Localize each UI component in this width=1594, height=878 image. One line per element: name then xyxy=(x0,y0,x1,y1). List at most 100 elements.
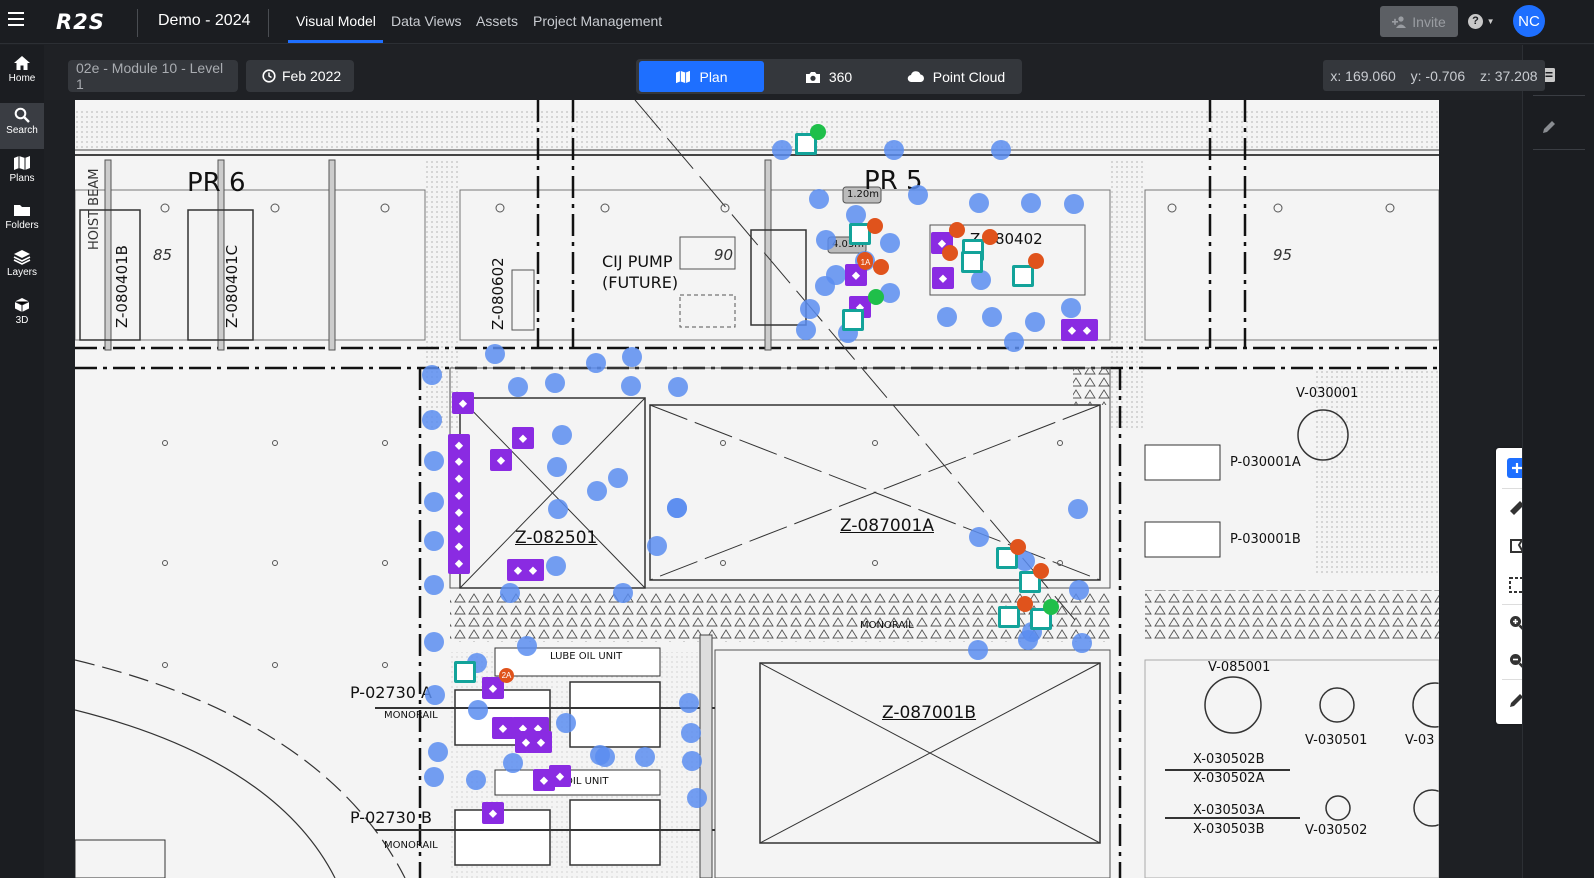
location-pin[interactable] xyxy=(556,713,576,733)
sidebar-item-3d[interactable]: 3D xyxy=(0,293,44,339)
location-pin[interactable] xyxy=(503,753,523,773)
location-pin[interactable] xyxy=(547,457,567,477)
zoom-in-icon[interactable] xyxy=(1507,613,1522,633)
level-selector[interactable]: 02e - Module 10 - Level 1 xyxy=(68,60,238,92)
tag-icon[interactable]: ⬥ xyxy=(932,267,954,289)
location-pin[interactable] xyxy=(422,410,442,430)
location-pin[interactable] xyxy=(1021,193,1041,213)
location-pin[interactable] xyxy=(809,189,829,209)
location-pin[interactable] xyxy=(969,527,989,547)
location-pin[interactable] xyxy=(884,140,904,160)
issue-marker[interactable] xyxy=(1028,253,1044,269)
resolved-marker[interactable] xyxy=(868,289,884,305)
location-pin[interactable] xyxy=(937,307,957,327)
select-area-icon[interactable] xyxy=(1507,575,1522,595)
location-pin[interactable] xyxy=(500,583,520,603)
tag-icon[interactable]: ⬥ xyxy=(549,765,571,787)
location-pin[interactable] xyxy=(880,233,900,253)
location-pin[interactable] xyxy=(517,636,537,656)
location-pin[interactable] xyxy=(816,230,836,250)
issue-marker[interactable] xyxy=(1033,563,1049,579)
document-icon[interactable] xyxy=(1012,265,1034,287)
issue-marker[interactable] xyxy=(982,229,998,245)
polygon-measure-icon[interactable] xyxy=(1507,536,1522,556)
location-pin[interactable] xyxy=(424,575,444,595)
location-pin[interactable] xyxy=(424,632,444,652)
document-icon[interactable] xyxy=(842,309,864,331)
location-pin[interactable] xyxy=(548,499,568,519)
measurement-label[interactable]: 1.20m xyxy=(847,189,879,200)
location-pin[interactable] xyxy=(968,640,988,660)
issue-marker[interactable] xyxy=(1017,596,1033,612)
issue-badge[interactable]: 2A xyxy=(499,668,514,683)
document-icon[interactable] xyxy=(998,606,1020,628)
location-pin[interactable] xyxy=(545,373,565,393)
location-pin[interactable] xyxy=(422,365,442,385)
tag-icon[interactable]: ⬥ xyxy=(452,392,474,414)
pencil-icon[interactable] xyxy=(1541,119,1557,135)
location-pin[interactable] xyxy=(1025,312,1045,332)
tag-icon[interactable]: ⬥ xyxy=(512,427,534,449)
location-pin[interactable] xyxy=(424,767,444,787)
tab-assets[interactable]: Assets xyxy=(476,13,518,29)
tag-icon[interactable]: ⬥ xyxy=(448,552,470,574)
add-icon[interactable] xyxy=(1507,458,1522,478)
location-pin[interactable] xyxy=(485,344,505,364)
issue-marker[interactable] xyxy=(942,245,958,261)
location-pin[interactable] xyxy=(679,693,699,713)
resolved-marker[interactable] xyxy=(1043,599,1059,615)
tag-icon[interactable]: ⬥ xyxy=(490,449,512,471)
location-pin[interactable] xyxy=(1004,332,1024,352)
sidebar-item-folders[interactable]: Folders xyxy=(0,198,44,244)
tag-icon[interactable]: ⬥ xyxy=(482,802,504,824)
location-pin[interactable] xyxy=(552,425,572,445)
location-pin[interactable] xyxy=(1068,499,1088,519)
location-pin[interactable] xyxy=(647,536,667,556)
location-pin[interactable] xyxy=(846,205,866,225)
issue-marker[interactable] xyxy=(949,222,965,238)
tab-project-management[interactable]: Project Management xyxy=(533,13,662,29)
zoom-out-icon[interactable] xyxy=(1507,651,1522,671)
location-pin[interactable] xyxy=(796,320,816,340)
location-pin[interactable] xyxy=(1069,580,1089,600)
location-pin[interactable] xyxy=(424,492,444,512)
pencil-icon[interactable] xyxy=(1507,690,1522,710)
location-pin[interactable] xyxy=(621,376,641,396)
location-pin[interactable] xyxy=(969,193,989,213)
location-pin[interactable] xyxy=(424,531,444,551)
location-pin[interactable] xyxy=(622,347,642,367)
location-pin[interactable] xyxy=(425,685,445,705)
app-logo[interactable]: R2S xyxy=(56,10,105,34)
document-icon[interactable] xyxy=(961,251,983,273)
resolved-marker[interactable] xyxy=(810,124,826,140)
location-pin[interactable] xyxy=(815,276,835,296)
project-name[interactable]: Demo - 2024 xyxy=(158,12,251,30)
help-menu[interactable]: ? ▼ xyxy=(1468,12,1498,30)
location-pin[interactable] xyxy=(424,451,444,471)
location-pin[interactable] xyxy=(681,723,701,743)
location-pin[interactable] xyxy=(687,788,707,808)
location-pin[interactable] xyxy=(908,185,928,205)
issue-badge[interactable]: 1A xyxy=(858,255,873,270)
location-pin[interactable] xyxy=(1061,298,1081,318)
tab-visual-model[interactable]: Visual Model xyxy=(296,13,376,29)
floor-plan[interactable]: PR 6 PR 5 HOIST BEAM Z-080401B Z-080401C… xyxy=(75,100,1439,878)
location-pin[interactable] xyxy=(667,498,687,518)
document-icon[interactable] xyxy=(454,661,476,683)
location-pin[interactable] xyxy=(668,377,688,397)
issue-marker[interactable] xyxy=(1010,539,1026,555)
sidebar-item-home[interactable]: Home xyxy=(0,51,44,97)
issue-marker[interactable] xyxy=(867,218,883,234)
avatar[interactable]: NC xyxy=(1513,5,1545,37)
tag-icon[interactable]: ⬥ xyxy=(1076,319,1098,341)
location-pin[interactable] xyxy=(508,377,528,397)
tag-icon[interactable]: ⬥ xyxy=(492,717,514,739)
ruler-icon[interactable] xyxy=(1507,498,1522,518)
plan-canvas[interactable]: PR 6 PR 5 HOIST BEAM Z-080401B Z-080401C… xyxy=(44,100,1522,878)
mode-point-cloud-button[interactable]: Point Cloud xyxy=(893,61,1019,92)
location-pin[interactable] xyxy=(772,140,792,160)
issue-marker[interactable] xyxy=(873,259,889,275)
location-pin[interactable] xyxy=(1064,194,1084,214)
location-pin[interactable] xyxy=(682,751,702,771)
tag-icon[interactable]: ⬥ xyxy=(530,731,552,753)
